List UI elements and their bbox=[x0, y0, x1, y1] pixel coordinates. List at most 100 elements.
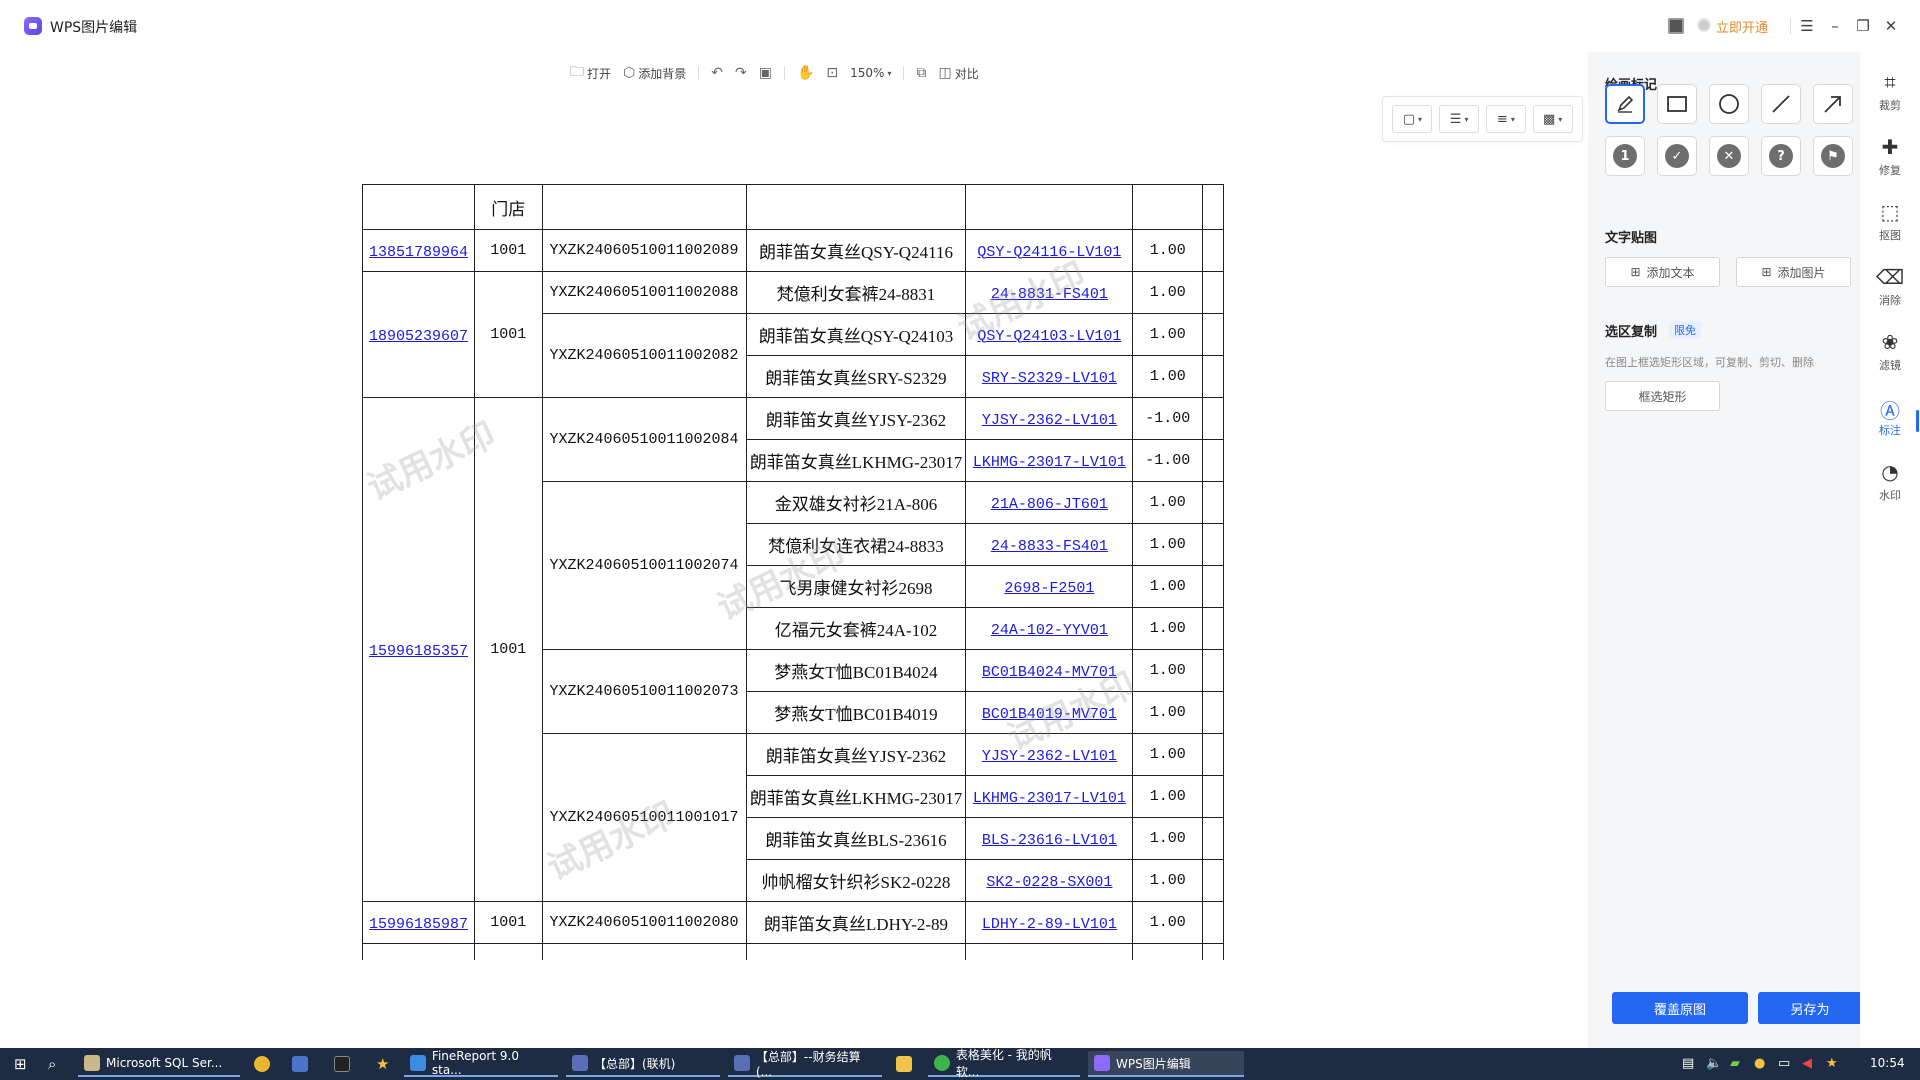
code-cell[interactable]: QSY-Q24103-LV101 bbox=[965, 313, 1134, 356]
question-stamp-button[interactable]: ? bbox=[1761, 136, 1801, 176]
taskbar-fanruan[interactable]: 表格美化 - 我的帆软... bbox=[928, 1048, 1080, 1079]
code-cell[interactable]: 24-8833-FS401 bbox=[965, 523, 1134, 566]
overwrite-button[interactable]: 覆盖原图 bbox=[1612, 992, 1748, 1024]
code-cell[interactable]: SRY-S2329-LV101 bbox=[965, 355, 1134, 398]
code-link[interactable]: QSY-Q24116-LV101 bbox=[977, 244, 1121, 261]
menu-icon[interactable]: ☰ bbox=[1795, 14, 1819, 38]
taskbar-chrome[interactable] bbox=[248, 1051, 276, 1077]
rail-cutout[interactable]: ⬚ 抠图 bbox=[1860, 200, 1920, 243]
network-icon[interactable]: ▭ bbox=[1778, 1056, 1790, 1071]
volume-icon[interactable]: 🔈 bbox=[1706, 1056, 1722, 1071]
add-text-button[interactable]: ⊞ 添加文本 bbox=[1605, 257, 1720, 287]
tray-speaker-icon[interactable]: ◀ bbox=[1802, 1056, 1812, 1071]
rail-watermark[interactable]: ◔ 水印 bbox=[1860, 460, 1920, 503]
taskbar-hq-online[interactable]: 【总部】(联机) bbox=[566, 1051, 720, 1077]
phone-cell[interactable]: 15996185987 bbox=[362, 901, 475, 944]
taskbar-terminal[interactable] bbox=[328, 1051, 356, 1077]
code-link[interactable]: BC01B4024-MV701 bbox=[982, 664, 1117, 681]
flag-stamp-button[interactable]: ⚑ bbox=[1813, 136, 1853, 176]
line-width-dropdown[interactable]: ≡ ▾ bbox=[1485, 105, 1526, 133]
select-rect-button[interactable]: 框选矩形 bbox=[1605, 381, 1720, 411]
pen-tool-button[interactable] bbox=[1605, 84, 1645, 124]
taskbar-app-a[interactable] bbox=[286, 1051, 314, 1077]
code-link[interactable]: 24-8831-FS401 bbox=[991, 286, 1108, 303]
code-link[interactable]: 24A-102-YYV01 bbox=[991, 622, 1108, 639]
phone-link[interactable]: 13851789964 bbox=[369, 244, 468, 261]
code-link[interactable]: LKHMG-23017-LV101 bbox=[973, 454, 1126, 471]
code-cell[interactable]: 21A-806-JT601 bbox=[965, 481, 1134, 524]
phone-cell[interactable]: 15996185357 bbox=[362, 397, 475, 902]
open-now-link[interactable]: 立即开通 bbox=[1716, 17, 1768, 36]
code-cell[interactable]: LKHMG-23017-LV101 bbox=[965, 439, 1134, 482]
start-button[interactable]: ⊞ bbox=[8, 1051, 33, 1077]
redo-button[interactable]: ↷ bbox=[735, 65, 747, 81]
number-stamp-button[interactable]: 1 bbox=[1605, 136, 1645, 176]
rail-repair[interactable]: ✚ 修复 bbox=[1860, 135, 1920, 178]
code-link[interactable]: 24-8833-FS401 bbox=[991, 538, 1108, 555]
code-link[interactable]: BLS-23616-LV101 bbox=[982, 832, 1117, 849]
code-cell[interactable]: 24-8831-FS401 bbox=[965, 271, 1134, 314]
image-button[interactable]: ▣ bbox=[759, 65, 772, 81]
code-link[interactable]: SK2-0228-SX001 bbox=[986, 874, 1112, 891]
code-link[interactable]: BC01B4019-MV701 bbox=[982, 706, 1117, 723]
rail-annotate[interactable]: Ⓐ 标注 bbox=[1860, 395, 1920, 438]
phone-cell[interactable]: 18905239607 bbox=[362, 271, 475, 398]
phone-link[interactable]: 15996185357 bbox=[369, 643, 468, 660]
phone-cell[interactable]: 13851789964 bbox=[362, 229, 475, 272]
code-cell[interactable]: YJSY-2362-LV101 bbox=[965, 397, 1134, 440]
code-cell[interactable]: 2698-F2501 bbox=[965, 565, 1134, 608]
check-stamp-button[interactable]: ✓ bbox=[1657, 136, 1697, 176]
code-cell[interactable]: QSY-Q24116-LV101 bbox=[965, 229, 1134, 272]
rail-erase[interactable]: ⌫ 消除 bbox=[1860, 265, 1920, 308]
rectangle-tool-button[interactable] bbox=[1657, 84, 1697, 124]
compare-button[interactable]: ◫ 对比 bbox=[938, 65, 978, 82]
cross-stamp-button[interactable]: ✕ bbox=[1709, 136, 1749, 176]
open-button[interactable]: 🗀 打开 bbox=[570, 61, 611, 85]
code-link[interactable]: SRY-S2329-LV101 bbox=[982, 370, 1117, 387]
taskbar-wps-image[interactable]: WPS图片编辑 bbox=[1088, 1051, 1244, 1077]
taskbar-star[interactable]: ★ bbox=[370, 1051, 395, 1077]
taskbar-finereport[interactable]: FineReport 9.0 sta... bbox=[404, 1049, 558, 1077]
code-cell[interactable]: LKHMG-23017-LV101 bbox=[965, 775, 1134, 818]
add-background-button[interactable]: ⬡ 添加背景 bbox=[623, 65, 686, 82]
nvidia-icon[interactable]: ▰ bbox=[1730, 1056, 1740, 1071]
minimize-icon[interactable]: – bbox=[1823, 14, 1847, 38]
code-cell[interactable]: BLS-23616-LV101 bbox=[965, 817, 1134, 860]
pan-button[interactable]: ✋ bbox=[797, 65, 814, 81]
tray-star-icon[interactable]: ★ bbox=[1826, 1056, 1838, 1071]
taskbar-sql[interactable]: Microsoft SQL Ser... bbox=[78, 1051, 240, 1077]
tray-shield-icon[interactable]: ● bbox=[1754, 1056, 1765, 1071]
code-cell[interactable]: SK2-0228-SX001 bbox=[965, 859, 1134, 902]
border-style-dropdown[interactable]: ▢ ▾ bbox=[1392, 105, 1433, 133]
image-canvas[interactable]: 门店 13851789964 1001 YXZK2406051001100208… bbox=[362, 184, 1224, 960]
add-image-button[interactable]: ⊞ 添加图片 bbox=[1736, 257, 1851, 287]
tray-doc-icon[interactable]: ▤ bbox=[1682, 1056, 1694, 1071]
code-cell[interactable]: BC01B4019-MV701 bbox=[965, 691, 1134, 734]
line-tool-button[interactable] bbox=[1761, 84, 1801, 124]
restore-icon[interactable]: ❐ bbox=[1851, 14, 1875, 38]
code-cell[interactable]: LDHY-2-89-LV101 bbox=[965, 901, 1134, 944]
search-button[interactable]: ⌕ bbox=[42, 1051, 62, 1077]
undo-button[interactable]: ↶ bbox=[711, 65, 723, 81]
code-cell[interactable]: BC01B4024-MV701 bbox=[965, 649, 1134, 692]
rail-crop[interactable]: ⌗ 裁剪 bbox=[1860, 70, 1920, 113]
taskbar-explorer[interactable] bbox=[890, 1051, 918, 1077]
code-link[interactable]: YJSY-2362-LV101 bbox=[982, 748, 1117, 765]
fill-dropdown[interactable]: ▩ ▾ bbox=[1532, 105, 1573, 133]
taskbar-hq-finance[interactable]: 【总部】--财务结算(... bbox=[728, 1050, 882, 1079]
close-icon[interactable]: ✕ bbox=[1879, 14, 1903, 38]
code-cell[interactable]: YJSY-2362-LV101 bbox=[965, 733, 1134, 776]
code-link[interactable]: YJSY-2362-LV101 bbox=[982, 412, 1117, 429]
copy-button[interactable]: ⧉ bbox=[916, 65, 926, 81]
arrow-tool-button[interactable] bbox=[1813, 84, 1853, 124]
code-link[interactable]: 2698-F2501 bbox=[1004, 580, 1094, 597]
rail-filter[interactable]: ❀ 滤镜 bbox=[1860, 330, 1920, 373]
code-link[interactable]: QSY-Q24103-LV101 bbox=[977, 328, 1121, 345]
scroll-indicator[interactable] bbox=[1916, 410, 1919, 432]
code-cell[interactable]: 24A-102-YYV01 bbox=[965, 607, 1134, 650]
line-dash-dropdown[interactable]: ☰ ▾ bbox=[1439, 105, 1480, 133]
phone-link[interactable]: 15996185987 bbox=[369, 916, 468, 933]
phone-link[interactable]: 18905239607 bbox=[369, 328, 468, 345]
zoom-select[interactable]: 150% ▾ bbox=[850, 66, 891, 80]
code-link[interactable]: 21A-806-JT601 bbox=[991, 496, 1108, 513]
